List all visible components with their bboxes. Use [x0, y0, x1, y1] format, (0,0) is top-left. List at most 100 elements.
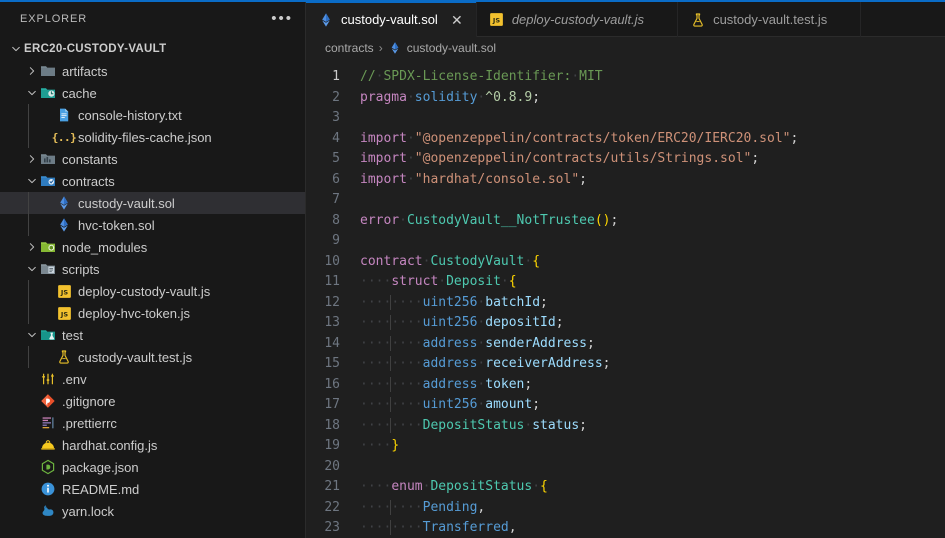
line-number: 23 [324, 520, 340, 535]
folder-node-icon [40, 239, 56, 255]
code-line: contract·CustodyVault·{ [360, 253, 541, 269]
json-file-icon: {..} [51, 130, 77, 144]
editor-group: custody-vault.sol ✕ JS deploy-custody-vault… [306, 2, 945, 538]
tree-item-label: test [62, 327, 83, 343]
code-line: pragma·solidity·^0.8.9; [360, 89, 541, 105]
tree-item-readme-md[interactable]: README.md [0, 478, 305, 500]
line-number: 21 [324, 479, 340, 494]
folder-icon [40, 63, 56, 79]
tree-item-hardhat-config-js[interactable]: hardhat.config.js [0, 434, 305, 456]
code-line: ········Pending, [360, 499, 486, 515]
code-line: ········address·token; [360, 376, 533, 392]
tree-item-contracts[interactable]: contracts [0, 170, 305, 192]
test-file-icon [690, 12, 706, 28]
indent-guide [28, 302, 29, 324]
solidity-file-icon [388, 41, 402, 55]
line-number: 8 [332, 212, 340, 228]
tree-item-console-history-txt[interactable]: console-history.txt [0, 104, 305, 126]
line-number: 18 [324, 417, 340, 433]
indent-guide [28, 346, 29, 368]
code-editor[interactable]: 1234567891011121314151617181920212223242… [306, 59, 945, 538]
tree-item-label: constants [62, 151, 118, 167]
line-number: 9 [332, 233, 340, 248]
indent-guide [28, 104, 29, 126]
tree-item-label: .gitignore [62, 393, 116, 409]
tree-item-label: contracts [62, 173, 115, 189]
tree-item-label: custody-vault.test.js [78, 349, 193, 365]
tree-item-custody-vault-sol[interactable]: custody-vault.sol [0, 192, 305, 214]
code-line: //·SPDX-License-Identifier:·MIT [360, 69, 603, 84]
code-content[interactable]: //·SPDX-License-Identifier:·MIT pragma·so… [354, 59, 945, 538]
code-line: ········address·senderAddress; [360, 335, 595, 351]
readme-file-icon [40, 481, 56, 497]
tree-item-test[interactable]: test [0, 324, 305, 346]
tree-item-label: hardhat.config.js [62, 437, 158, 453]
tree-item-cache[interactable]: cache [0, 82, 305, 104]
workspace-root-label: ERC20-CUSTODY-VAULT [24, 43, 167, 55]
tree-item-custody-vault-test-js[interactable]: custody-vault.test.js [0, 346, 305, 368]
js-file-icon: JS [489, 12, 505, 28]
indent-guide [28, 280, 29, 302]
chevron-down-icon [24, 175, 40, 187]
tree-item-artifacts[interactable]: artifacts [0, 60, 305, 82]
line-number: 13 [324, 315, 340, 330]
folder-test-icon [40, 327, 56, 343]
js-file-icon: JS [56, 305, 72, 321]
chevron-down-icon [24, 87, 40, 99]
breadcrumb-item[interactable]: custody-vault.sol [407, 41, 496, 55]
tree-item-label: scripts [62, 261, 100, 277]
line-number: 15 [324, 356, 340, 371]
folder-scripts-icon [40, 261, 56, 277]
line-number: 22 [324, 499, 340, 515]
tab-custody-vault-test-js[interactable]: custody-vault.test.js [678, 2, 862, 37]
indent-guide [28, 126, 29, 148]
tree-item-constants[interactable]: constants [0, 148, 305, 170]
workspace-root[interactable]: ERC20-CUSTODY-VAULT [0, 38, 305, 60]
indent-guide [28, 214, 29, 236]
line-number: 20 [324, 458, 340, 474]
solidity-file-icon [318, 12, 334, 28]
tree-item-gitignore[interactable]: .gitignore [0, 390, 305, 412]
tree-item-node-modules[interactable]: node_modules [0, 236, 305, 258]
line-number: 4 [332, 130, 340, 146]
chevron-right-icon [24, 153, 40, 165]
code-line: error·CustodyVault__NotTrustee(); [360, 212, 619, 228]
code-line: import·"hardhat/console.sol"; [360, 171, 587, 187]
svg-text:JS: JS [59, 288, 67, 296]
line-number: 16 [324, 376, 340, 392]
tree-item-scripts[interactable]: scripts [0, 258, 305, 280]
tree-item-yarn-lock[interactable]: yarn.lock [0, 500, 305, 522]
folder-cache-icon [40, 85, 56, 101]
tree-item-label: hvc-token.sol [78, 217, 155, 233]
tree-item-label: deploy-custody-vault.js [78, 283, 211, 299]
tree-item-deploy-custody-vault-js[interactable]: JS deploy-custody-vault.js [0, 280, 305, 302]
code-line: ········DepositStatus·status; [360, 417, 587, 433]
line-number: 19 [324, 438, 340, 453]
tab-custody-vault-sol[interactable]: custody-vault.sol ✕ [306, 2, 477, 37]
tree-item-prettierrc[interactable]: .prettierrc [0, 412, 305, 434]
tree-item-env[interactable]: .env [0, 368, 305, 390]
tree-item-label: cache [62, 85, 97, 101]
code-line: ········Transferred, [360, 520, 517, 535]
tab-label: custody-vault.sol [341, 12, 438, 27]
more-actions-icon[interactable]: ••• [267, 11, 297, 26]
git-file-icon [40, 393, 56, 409]
line-number: 11 [324, 274, 340, 289]
tree-item-solidity-files-cache-json[interactable]: {..} solidity-files-cache.json [0, 126, 305, 148]
tree-item-package-json[interactable]: package.json [0, 456, 305, 478]
file-tree: ERC20-CUSTODY-VAULT artifacts cache console… [0, 36, 305, 538]
code-line: import·"@openzeppelin/contracts/token/ER… [360, 130, 799, 146]
line-number: 14 [324, 335, 340, 351]
test-file-icon [56, 349, 72, 365]
code-line: ····} [360, 438, 400, 453]
js-file-icon: JS [56, 283, 72, 299]
breadcrumb-item[interactable]: contracts [325, 41, 374, 55]
tree-item-deploy-hvc-token-js[interactable]: JS deploy-hvc-token.js [0, 302, 305, 324]
line-number: 5 [332, 151, 340, 166]
tree-item-hvc-token-sol[interactable]: hvc-token.sol [0, 214, 305, 236]
tab-close-icon[interactable]: ✕ [448, 11, 466, 29]
tab-deploy-custody-vault-js[interactable]: JS deploy-custody-vault.js [477, 2, 679, 37]
